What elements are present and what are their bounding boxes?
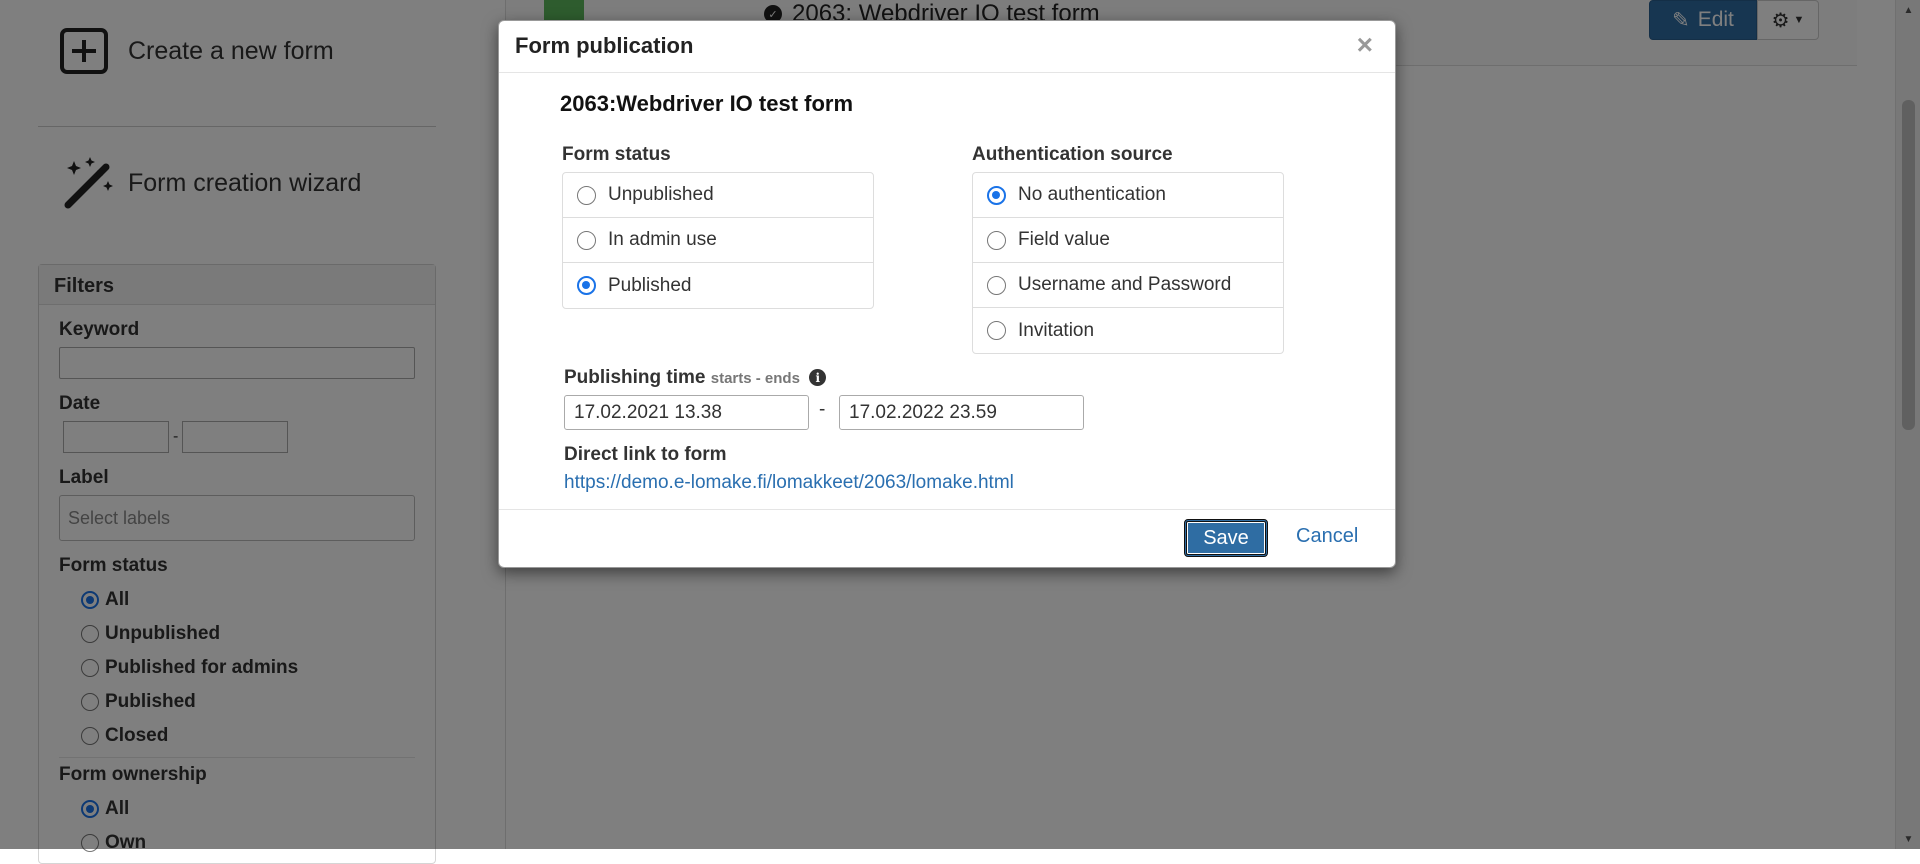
form-status-label: Form status (562, 144, 671, 165)
radio-icon (577, 185, 596, 205)
radio-icon (987, 321, 1006, 340)
form-publication-modal: Form publication × 2063:Webdriver IO tes… (498, 20, 1396, 568)
modal-body: 2063:Webdriver IO test form Form status … (499, 73, 1395, 504)
status-option-unpublished[interactable]: Unpublished (563, 173, 873, 218)
direct-link[interactable]: https://demo.e-lomake.fi/lomakkeet/2063/… (564, 472, 1014, 494)
publishing-time-text: Publishing time (564, 367, 706, 388)
auth-option-none-label: No authentication (1018, 184, 1166, 205)
status-option-admin-use-label: In admin use (608, 229, 717, 250)
auth-option-none[interactable]: No authentication (973, 173, 1283, 218)
publishing-time-label: Publishing time starts - ends i (564, 367, 827, 389)
form-name-heading: 2063:Webdriver IO test form (560, 91, 854, 116)
info-icon[interactable]: i (809, 369, 827, 387)
radio-icon (987, 275, 1006, 295)
auth-option-username-password[interactable]: Username and Password (973, 263, 1283, 308)
publish-start-input[interactable]: 17.02.2021 13.38 (564, 395, 809, 430)
save-button[interactable]: Save (1184, 519, 1268, 557)
status-option-published-label: Published (608, 274, 692, 296)
form-status-options: Unpublished In admin use Published (562, 172, 874, 309)
auth-option-field-value[interactable]: Field value (973, 218, 1283, 263)
modal-title: Form publication (515, 33, 694, 58)
auth-option-invitation-label: Invitation (1018, 319, 1095, 341)
status-option-unpublished-label: Unpublished (608, 184, 714, 205)
radio-icon (987, 230, 1006, 250)
publishing-time-sublabel: starts - ends (710, 370, 800, 387)
publish-end-input[interactable]: 17.02.2022 23.59 (839, 395, 1084, 430)
radio-checked-icon (987, 185, 1006, 205)
modal-footer: Save Cancel (499, 509, 1395, 569)
status-option-published[interactable]: Published (563, 263, 873, 308)
close-icon[interactable]: × (1357, 29, 1373, 61)
publish-time-separator: - (819, 399, 826, 420)
status-option-admin-use[interactable]: In admin use (563, 218, 873, 263)
auth-source-label: Authentication source (972, 144, 1173, 165)
radio-checked-icon (577, 276, 596, 295)
auth-source-options: No authentication Field value Username a… (972, 172, 1284, 354)
modal-header: Form publication × (499, 21, 1395, 73)
cancel-button[interactable]: Cancel (1296, 525, 1358, 548)
radio-icon (577, 230, 596, 250)
auth-option-invitation[interactable]: Invitation (973, 308, 1283, 353)
auth-option-field-value-label: Field value (1018, 229, 1110, 250)
direct-link-label: Direct link to form (564, 444, 727, 465)
auth-option-username-password-label: Username and Password (1018, 274, 1232, 295)
